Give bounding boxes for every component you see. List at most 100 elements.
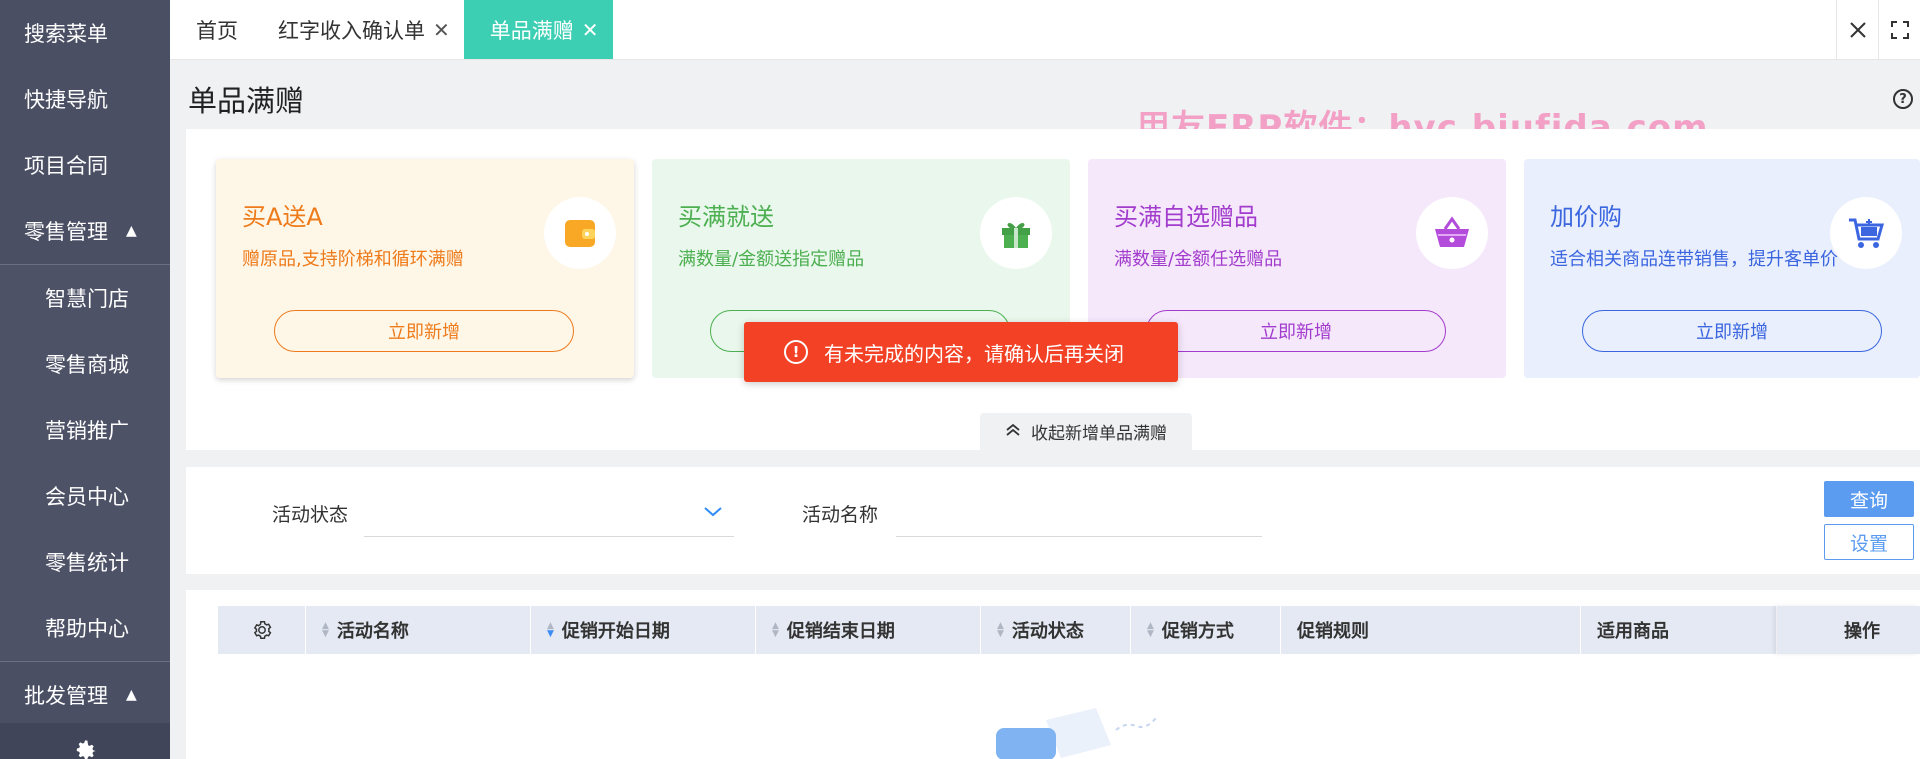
sidebar-footer xyxy=(0,723,170,759)
card-description: 满数量/金额送指定赠品 xyxy=(678,249,865,270)
close-icon[interactable]: ✕ xyxy=(433,18,450,42)
promo-card-add-price-buy: 加价购 适合相关商品连带销售，提升客单价 立即新增 xyxy=(1524,159,1920,378)
wallet-icon xyxy=(544,197,616,269)
column-header[interactable]: ▲ ▼ 活动名称 xyxy=(306,606,531,654)
tab-single-gift[interactable]: 单品满赠 ✕ xyxy=(463,0,613,59)
column-label: 促销结束日期 xyxy=(786,621,895,642)
sidebar-item-help-center[interactable]: 帮助中心 xyxy=(0,595,170,661)
caret-up-icon: ▲ xyxy=(126,223,137,239)
basket-icon xyxy=(1416,197,1488,269)
toast-message: 有未完成的内容，请确认后再关闭 xyxy=(824,341,1124,366)
close-icon xyxy=(1849,21,1866,38)
sort-icon: ▲ ▼ xyxy=(772,621,779,639)
sidebar-item-search-menu[interactable]: 搜索菜单 xyxy=(0,0,170,66)
tab-label: 首页 xyxy=(196,18,238,43)
column-label: 促销规则 xyxy=(1297,621,1369,642)
sidebar-item-label: 搜索菜单 xyxy=(24,22,108,46)
column-label: 活动名称 xyxy=(336,621,409,642)
column-label: 促销开始日期 xyxy=(561,621,670,642)
chevron-down-icon xyxy=(704,501,722,522)
tab-red-revenue[interactable]: 红字收入确认单 ✕ xyxy=(252,0,464,59)
column-header[interactable]: ▲ ▼ 促销开始日期 xyxy=(531,606,756,654)
card-title: 买满自选赠品 xyxy=(1114,203,1258,231)
add-new-button[interactable]: 立即新增 xyxy=(1146,310,1446,352)
column-label: 促销方式 xyxy=(1161,621,1234,642)
sidebar-item-marketing[interactable]: 营销推广 xyxy=(0,397,170,463)
close-all-tabs-button[interactable] xyxy=(1836,0,1878,59)
column-header[interactable]: ▲ ▼ 促销结束日期 xyxy=(756,606,981,654)
fullscreen-icon xyxy=(1890,20,1909,39)
sidebar-item-label: 项目合同 xyxy=(24,154,108,178)
tab-bar: 首页 红字收入确认单 ✕ 单品满赠 ✕ xyxy=(170,0,1920,60)
card-description: 适合相关商品连带销售，提升客单价 xyxy=(1550,249,1838,270)
gear-icon[interactable] xyxy=(71,737,99,759)
chevron-up-icon xyxy=(1005,422,1021,441)
help-icon[interactable]: ? xyxy=(1893,89,1913,109)
settings-button[interactable]: 设置 xyxy=(1824,524,1914,560)
column-header[interactable]: ▲ ▼ 促销方式 xyxy=(1131,606,1281,654)
sort-icon: ▲ ▼ xyxy=(997,621,1004,639)
promo-type-panel: 买A送A 赠原品,支持阶梯和循环满赠 立即新增 买满就送 满数量/金额送指定赠品… xyxy=(186,129,1920,450)
sidebar-item-retail-mall[interactable]: 零售商城 xyxy=(0,331,170,397)
column-header: 促销规则 xyxy=(1281,606,1581,654)
add-new-button[interactable]: 立即新增 xyxy=(274,310,574,352)
tab-label: 红字收入确认单 xyxy=(278,18,425,43)
promo-card-buy-a-get-a: 买A送A 赠原品,支持阶梯和循环满赠 立即新增 xyxy=(216,159,634,378)
sidebar-item-quick-nav[interactable]: 快捷导航 xyxy=(0,66,170,132)
tab-label: 单品满赠 xyxy=(489,18,574,43)
card-description: 赠原品,支持阶梯和循环满赠 xyxy=(242,249,464,270)
column-header: 操作 xyxy=(1777,606,1920,654)
column-header: 适用商品 xyxy=(1581,606,1777,654)
collapse-button[interactable]: 收起新增单品满赠 xyxy=(980,413,1192,450)
cart-icon xyxy=(1830,197,1902,269)
name-label: 活动名称 xyxy=(802,504,879,526)
column-label: 操作 xyxy=(1844,621,1880,642)
sidebar-item-retail-management[interactable]: 零售管理 ▲ xyxy=(0,198,170,264)
card-description: 满数量/金额任选赠品 xyxy=(1114,249,1283,270)
table-header: ▲ ▼ 活动名称 ▲ ▼ 促销开始日期 ▲ ▼ 促销结束日期 ▲ ▼ 活动状态 ▲ ▼ 促销方式 促… xyxy=(218,606,1920,654)
sidebar-item-label: 零售商城 xyxy=(45,353,129,377)
fullscreen-button[interactable] xyxy=(1878,0,1920,59)
caret-up-icon: ▲ xyxy=(126,687,137,703)
alert-icon: ! xyxy=(784,340,808,364)
sidebar: 搜索菜单 快捷导航 项目合同 零售管理 ▲ 智慧门店 零售商城 营销推广 会员中心… xyxy=(0,0,170,759)
tab-home[interactable]: 首页 xyxy=(170,0,252,59)
page-title: 单品满赠 xyxy=(188,84,305,118)
gear-icon xyxy=(253,621,271,639)
card-title: 买满就送 xyxy=(678,203,774,231)
column-label: 活动状态 xyxy=(1011,621,1084,642)
sort-icon: ▲ ▼ xyxy=(1147,621,1154,639)
close-icon[interactable]: ✕ xyxy=(582,18,599,42)
sidebar-item-label: 智慧门店 xyxy=(45,287,129,311)
empty-state-illustration xyxy=(996,708,1157,759)
name-input[interactable] xyxy=(896,487,1262,537)
sidebar-item-member-center[interactable]: 会员中心 xyxy=(0,463,170,529)
column-label: 适用商品 xyxy=(1597,621,1669,642)
sidebar-item-label: 零售统计 xyxy=(45,551,129,575)
gift-icon xyxy=(980,197,1052,269)
tab-actions xyxy=(1836,0,1920,59)
collapse-label: 收起新增单品满赠 xyxy=(1031,424,1167,444)
sort-icon: ▲ ▼ xyxy=(322,621,329,639)
sidebar-item-retail-stats[interactable]: 零售统计 xyxy=(0,529,170,595)
error-toast: ! 有未完成的内容，请确认后再关闭 xyxy=(744,322,1178,382)
add-new-button[interactable]: 立即新增 xyxy=(1582,310,1882,352)
sort-icon: ▲ ▼ xyxy=(547,621,554,639)
column-settings-button[interactable] xyxy=(218,606,306,654)
sidebar-item-label: 营销推广 xyxy=(45,419,129,443)
sidebar-item-label: 零售管理 xyxy=(24,220,108,244)
sidebar-item-label: 会员中心 xyxy=(45,485,129,509)
status-label: 活动状态 xyxy=(272,504,349,526)
card-title: 加价购 xyxy=(1550,203,1622,231)
sidebar-item-label: 快捷导航 xyxy=(24,88,108,112)
sidebar-item-project-contract[interactable]: 项目合同 xyxy=(0,132,170,198)
sidebar-item-wholesale[interactable]: 批发管理 ▲ xyxy=(0,662,170,728)
column-header[interactable]: ▲ ▼ 活动状态 xyxy=(981,606,1131,654)
filter-panel: 活动状态 活动名称 查询 设置 xyxy=(186,467,1920,574)
sidebar-item-smart-store[interactable]: 智慧门店 xyxy=(0,265,170,331)
sidebar-item-label: 批发管理 xyxy=(24,684,108,708)
sidebar-item-label: 帮助中心 xyxy=(45,617,129,641)
table-panel: ▲ ▼ 活动名称 ▲ ▼ 促销开始日期 ▲ ▼ 促销结束日期 ▲ ▼ 活动状态 ▲ ▼ 促销方式 促… xyxy=(186,590,1920,759)
query-button[interactable]: 查询 xyxy=(1824,481,1914,517)
status-select[interactable] xyxy=(364,487,734,537)
